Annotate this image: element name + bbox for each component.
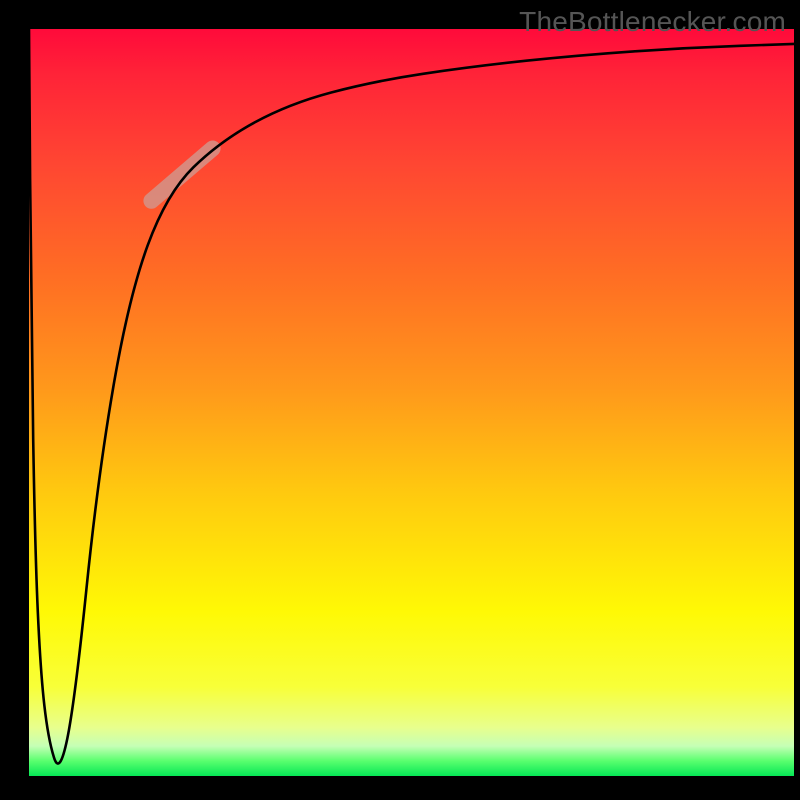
plot-area xyxy=(29,29,794,776)
chart-canvas: TheBottlenecker.com xyxy=(0,0,800,800)
bottleneck-curve xyxy=(29,29,794,764)
curve-layer xyxy=(29,29,794,776)
watermark-text: TheBottlenecker.com xyxy=(519,6,786,38)
